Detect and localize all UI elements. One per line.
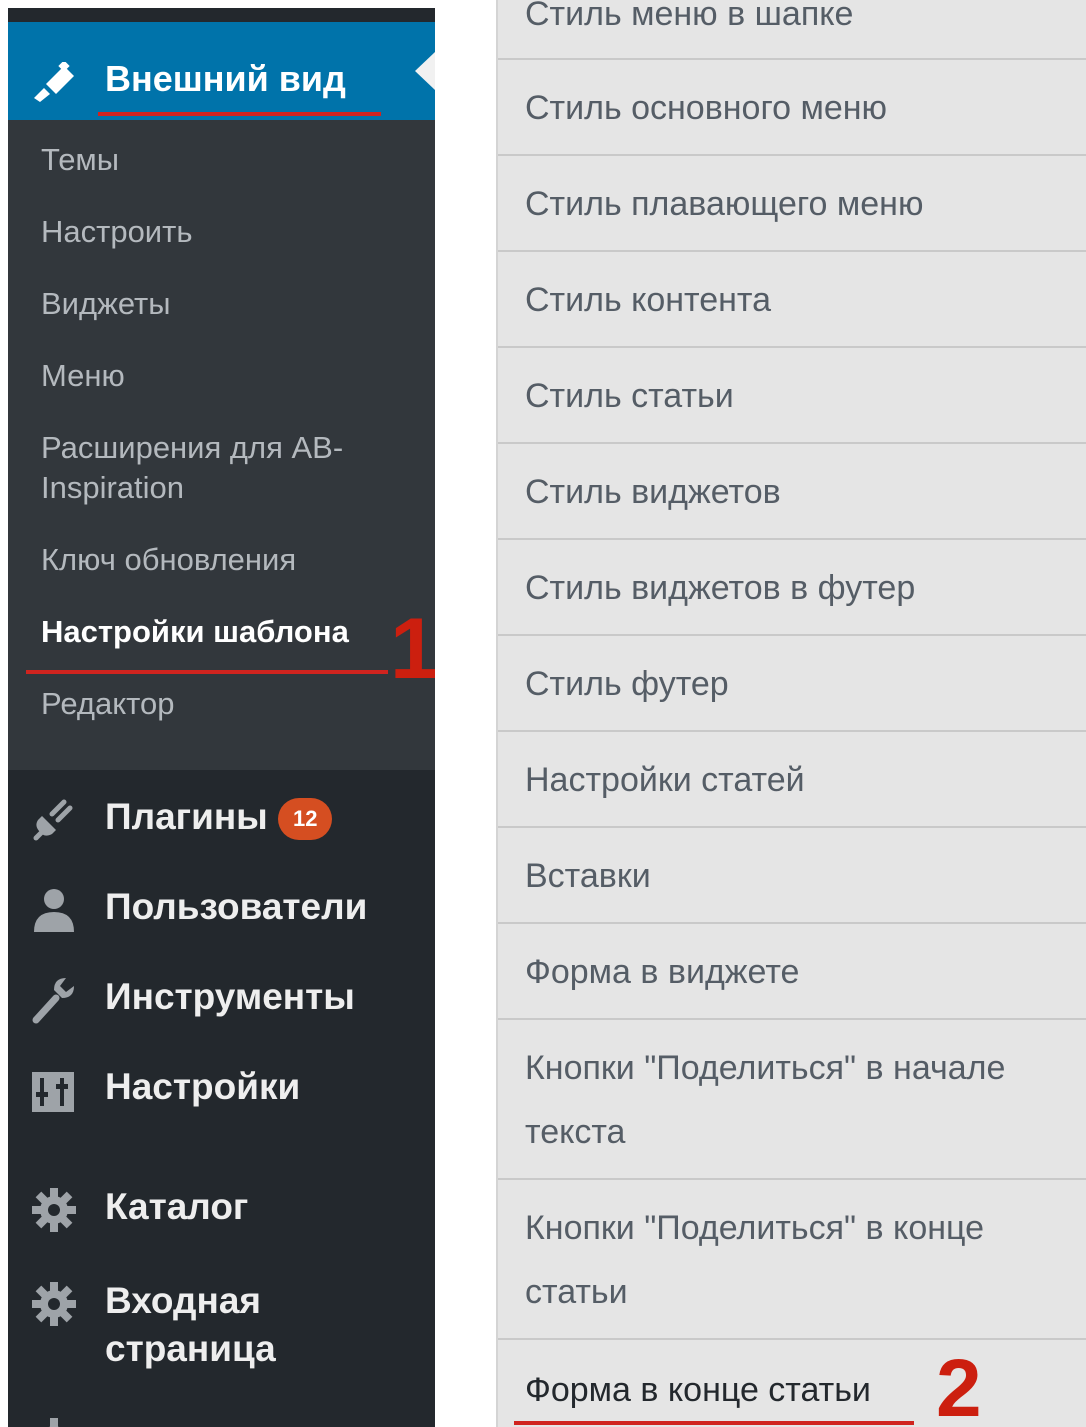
- submenu-theme-settings[interactable]: Настройки шаблона: [41, 612, 349, 652]
- menu-item-settings[interactable]: Настройки: [8, 1042, 435, 1132]
- submenu-ab-extensions[interactable]: Расширения для AB-: [41, 428, 343, 468]
- settings-item-header-menu-style[interactable]: Стиль меню в шапке: [498, 0, 1086, 60]
- theme-settings-underline: [26, 670, 388, 674]
- settings-item-share-buttons-bottom[interactable]: Кнопки "Поделиться" в конце статьи: [498, 1180, 1086, 1340]
- gear-icon: [32, 1282, 76, 1326]
- settings-item-label: Форма в конце статьи: [525, 1371, 871, 1409]
- landing-page-label-line2: страница: [105, 1328, 276, 1369]
- settings-item-label: Стиль основного меню: [525, 89, 888, 127]
- menu-item-next[interactable]: [8, 1404, 435, 1427]
- plugins-label: Плагины: [105, 796, 268, 837]
- menu-item-tools[interactable]: Инструменты: [8, 952, 435, 1042]
- appearance-label: Внешний вид: [105, 58, 346, 99]
- catalog-label: Каталог: [105, 1186, 249, 1227]
- settings-sliders-icon: [32, 1072, 74, 1112]
- settings-item-content-style[interactable]: Стиль контента: [498, 252, 1086, 348]
- settings-item-label: Кнопки "Поделиться" в начале: [525, 1049, 1006, 1087]
- active-pointer: [415, 52, 435, 90]
- plugin-icon: [33, 799, 73, 841]
- menu-item-users[interactable]: Пользователи: [8, 862, 435, 952]
- settings-item-end-of-article-form[interactable]: Форма в конце статьи: [498, 1340, 1086, 1427]
- submenu-themes[interactable]: Темы: [41, 140, 119, 180]
- settings-item-share-buttons-top[interactable]: Кнопки "Поделиться" в начале текста: [498, 1020, 1086, 1180]
- settings-item-main-menu-style[interactable]: Стиль основного меню: [498, 60, 1086, 156]
- settings-item-label: Форма в виджете: [525, 953, 800, 991]
- settings-item-label: Стиль плавающего меню: [525, 185, 924, 223]
- tools-label: Инструменты: [105, 976, 355, 1017]
- menu-item-appearance[interactable]: Внешний вид: [8, 22, 435, 120]
- submenu-ab-extensions-line2[interactable]: Inspiration: [41, 468, 184, 508]
- step-1-annotation: 1: [390, 601, 435, 697]
- settings-item-label: Стиль футер: [525, 665, 729, 703]
- appearance-submenu: Темы Настроить Виджеты Меню Расширения д…: [8, 120, 435, 770]
- settings-item-label: Стиль виджетов: [525, 473, 781, 511]
- plugins-update-badge: 12: [278, 798, 333, 840]
- menu-item-catalog[interactable]: Каталог: [8, 1162, 435, 1252]
- settings-item-label-line2: текста: [525, 1113, 626, 1151]
- settings-item-article-style[interactable]: Стиль статьи: [498, 348, 1086, 444]
- settings-item-label: Кнопки "Поделиться" в конце: [525, 1209, 984, 1247]
- end-of-article-form-underline: [514, 1421, 914, 1425]
- gear-icon: [32, 1188, 76, 1232]
- settings-item-label: Стиль виджетов в футер: [525, 569, 916, 607]
- page: Внешний вид Темы Настроить Виджеты Меню …: [0, 0, 1086, 1427]
- users-icon: [34, 889, 74, 932]
- settings-item-label: Вставки: [525, 857, 651, 895]
- settings-item-label-line2: статьи: [525, 1273, 628, 1311]
- landing-page-label: Входная: [105, 1280, 262, 1321]
- settings-label: Настройки: [105, 1066, 301, 1107]
- theme-settings-menu: Стиль меню в шапке Стиль основного меню …: [496, 0, 1086, 1427]
- menu-item-landing-page[interactable]: Входная страница: [8, 1256, 435, 1376]
- submenu-editor[interactable]: Редактор: [41, 684, 174, 724]
- submenu-widgets[interactable]: Виджеты: [41, 284, 171, 324]
- menu-item-plugins[interactable]: Плагины 12: [8, 772, 435, 862]
- users-label: Пользователи: [105, 886, 368, 927]
- admin-sidebar: Внешний вид Темы Настроить Виджеты Меню …: [8, 8, 435, 1427]
- settings-item-inserts[interactable]: Вставки: [498, 828, 1086, 924]
- submenu-customize[interactable]: Настроить: [41, 212, 192, 252]
- step-2-annotation: 2: [936, 1343, 982, 1427]
- settings-item-widget-form[interactable]: Форма в виджете: [498, 924, 1086, 1020]
- settings-item-footer-style[interactable]: Стиль футер: [498, 636, 1086, 732]
- settings-item-footer-widgets-style[interactable]: Стиль виджетов в футер: [498, 540, 1086, 636]
- appearance-underline: [98, 112, 381, 116]
- submenu-menus[interactable]: Меню: [41, 356, 125, 396]
- gear-icon: [48, 1418, 60, 1427]
- settings-item-widgets-style[interactable]: Стиль виджетов: [498, 444, 1086, 540]
- paintbrush-icon: [34, 62, 74, 102]
- settings-item-floating-menu-style[interactable]: Стиль плавающего меню: [498, 156, 1086, 252]
- settings-item-label: Стиль меню в шапке: [525, 0, 854, 33]
- wrench-icon: [32, 978, 74, 1024]
- submenu-update-key[interactable]: Ключ обновления: [41, 540, 296, 580]
- settings-item-label: Стиль контента: [525, 281, 772, 319]
- settings-item-label: Настройки статей: [525, 761, 805, 799]
- settings-item-label: Стиль статьи: [525, 377, 734, 415]
- settings-item-article-settings[interactable]: Настройки статей: [498, 732, 1086, 828]
